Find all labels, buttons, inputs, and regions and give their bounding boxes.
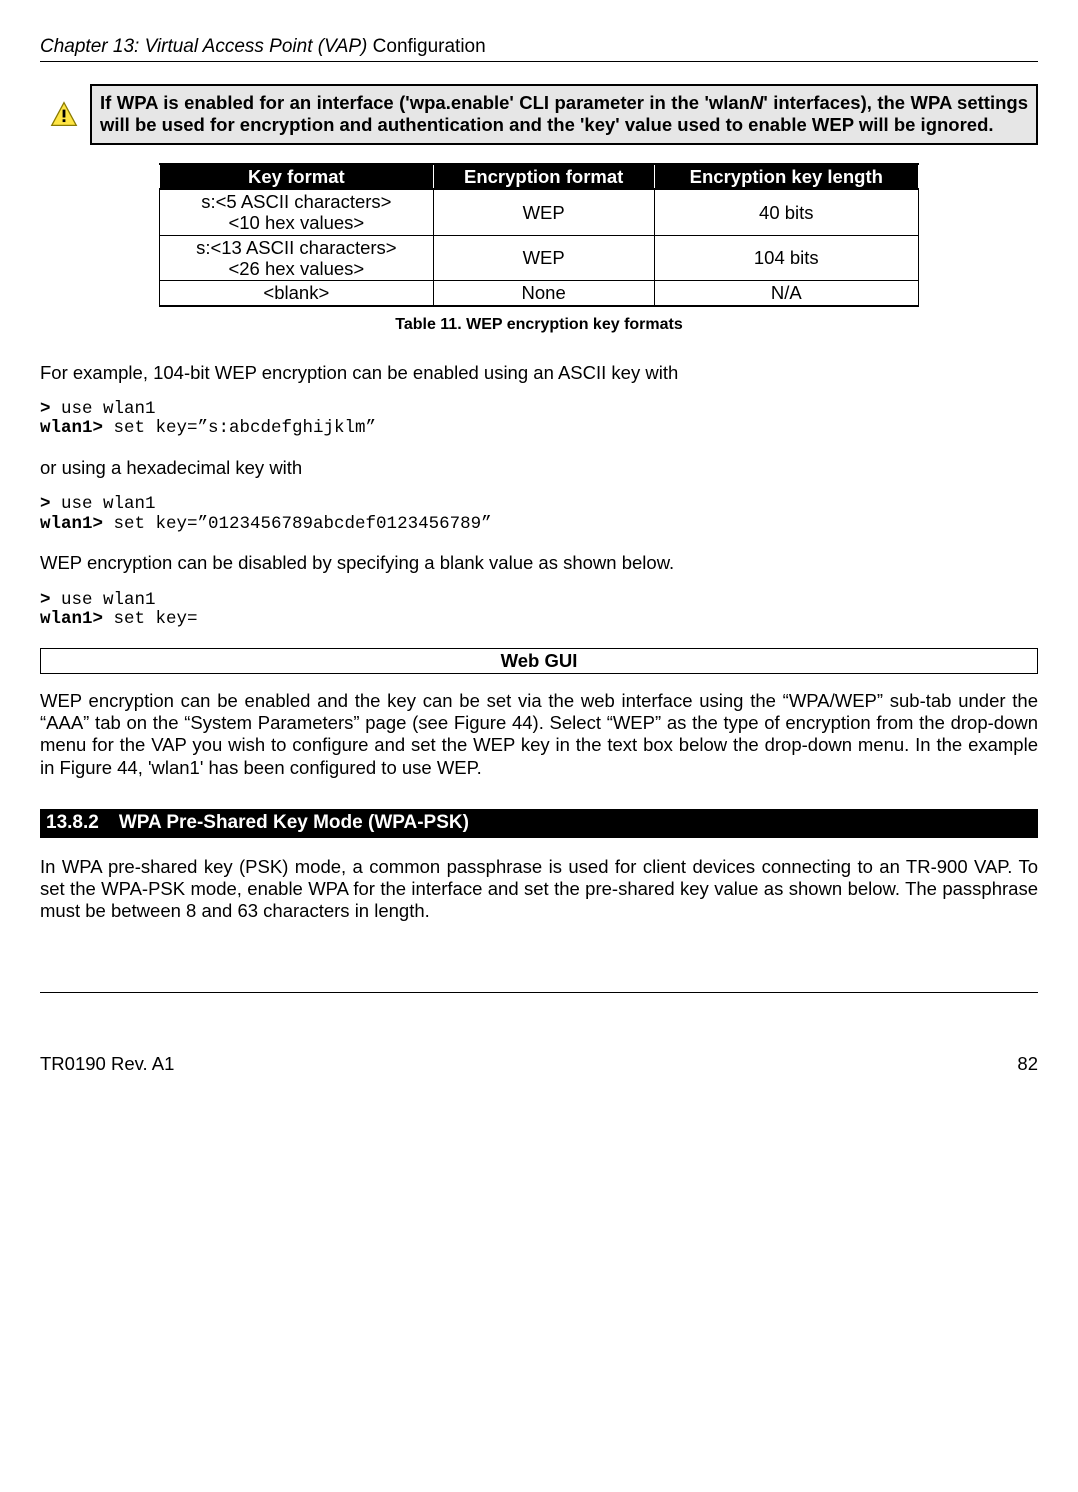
page-footer: TR0190 Rev. A1 82 [40, 1053, 1038, 1075]
table-row: <blank> None N/A [160, 281, 919, 306]
cell-key-length: N/A [654, 281, 918, 306]
cli-cmd: use wlan1 [51, 590, 156, 610]
cli-prompt: wlan1> [40, 514, 103, 534]
cell-key-length: 104 bits [654, 235, 918, 281]
cli-prompt: wlan1> [40, 609, 103, 629]
cell-key-format: <blank> [160, 281, 434, 306]
cell-key-format: s:<5 ASCII characters><10 hex values> [160, 189, 434, 235]
cell-enc-format: None [433, 281, 654, 306]
section-title: WPA Pre-Shared Key Mode (WPA-PSK) [119, 812, 469, 833]
cli-block: > use wlan1 wlan1> set key= [40, 591, 1038, 630]
cli-prompt: > [40, 590, 51, 610]
page-number: 82 [1017, 1053, 1038, 1075]
table-header-row: Key format Encryption format Encryption … [160, 164, 919, 189]
cli-block: > use wlan1 wlan1> set key=”s:abcdefghij… [40, 400, 1038, 439]
cli-cmd: set key=”0123456789abcdef0123456789” [103, 514, 492, 534]
cli-block: > use wlan1 wlan1> set key=”0123456789ab… [40, 495, 1038, 534]
footer-rule [40, 992, 1038, 993]
section-number: 13.8.2 [46, 812, 99, 835]
chapter-header: Chapter 13: Virtual Access Point (VAP) C… [40, 36, 1038, 59]
cell-enc-format: WEP [433, 189, 654, 235]
paragraph: or using a hexadecimal key with [40, 457, 1038, 479]
cli-cmd: set key=”s:abcdefghijklm” [103, 418, 376, 438]
chapter-title-italic: Chapter 13: Virtual Access Point (VAP) [40, 36, 367, 57]
warning-text: If WPA is enabled for an interface ('wpa… [90, 84, 1038, 145]
table-row: s:<5 ASCII characters><10 hex values> WE… [160, 189, 919, 235]
cli-prompt: > [40, 494, 51, 514]
cell-key-length: 40 bits [654, 189, 918, 235]
paragraph: WEP encryption can be enabled and the ke… [40, 690, 1038, 779]
paragraph: For example, 104-bit WEP encryption can … [40, 362, 1038, 384]
paragraph: WEP encryption can be disabled by specif… [40, 552, 1038, 574]
header-rule [40, 61, 1038, 62]
warning-triangle-icon [50, 100, 78, 128]
cli-prompt: wlan1> [40, 418, 103, 438]
cli-prompt: > [40, 399, 51, 419]
footer-left: TR0190 Rev. A1 [40, 1053, 174, 1075]
webgui-heading: Web GUI [40, 648, 1038, 674]
cli-cmd: use wlan1 [51, 399, 156, 419]
col-key-length: Encryption key length [654, 164, 918, 189]
cli-cmd: set key= [103, 609, 198, 629]
table-caption: Table 11. WEP encryption key formats [40, 315, 1038, 334]
cell-enc-format: WEP [433, 235, 654, 281]
col-key-format: Key format [160, 164, 434, 189]
chapter-title-plain: Configuration [367, 36, 485, 57]
col-encryption-format: Encryption format [433, 164, 654, 189]
section-header: 13.8.2 WPA Pre-Shared Key Mode (WPA-PSK) [40, 809, 1038, 838]
cli-cmd: use wlan1 [51, 494, 156, 514]
paragraph: In WPA pre-shared key (PSK) mode, a comm… [40, 856, 1038, 923]
warning-callout: If WPA is enabled for an interface ('wpa… [50, 84, 1038, 145]
cell-key-format: s:<13 ASCII characters><26 hex values> [160, 235, 434, 281]
wep-table: Key format Encryption format Encryption … [159, 163, 919, 307]
table-row: s:<13 ASCII characters><26 hex values> W… [160, 235, 919, 281]
